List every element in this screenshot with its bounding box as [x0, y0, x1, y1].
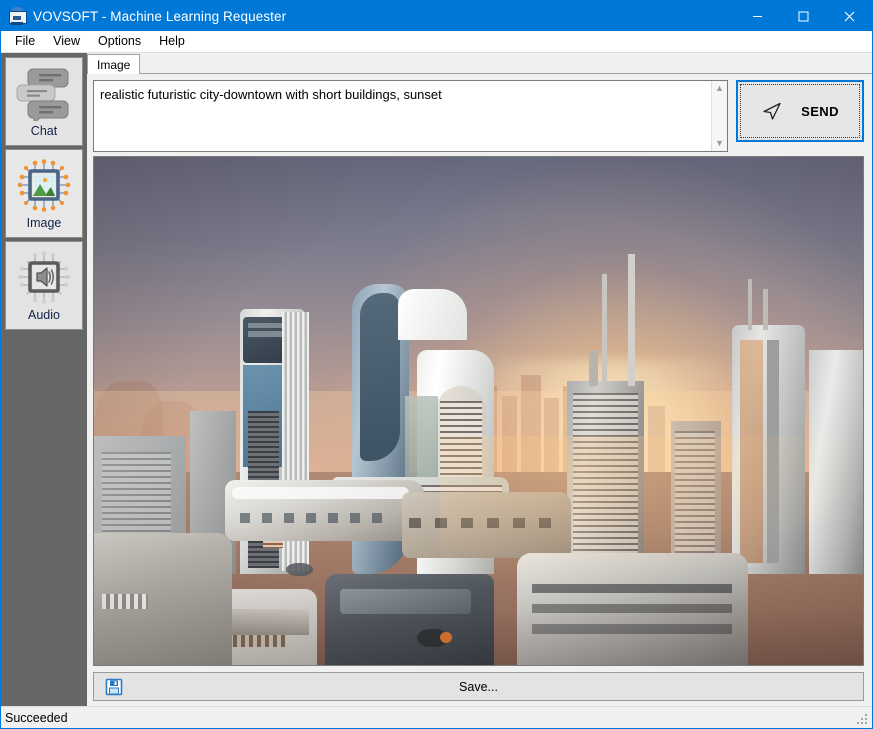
- maximize-button[interactable]: [780, 1, 826, 31]
- sidebar-item-audio[interactable]: Audio: [5, 241, 83, 330]
- sidebar-item-image[interactable]: Image: [5, 149, 83, 238]
- title-bar: VOVSOFT - Machine Learning Requester: [1, 1, 872, 31]
- prompt-input[interactable]: realistic futuristic city-downtown with …: [93, 80, 728, 152]
- prompt-scrollbar[interactable]: ▲ ▼: [711, 81, 727, 151]
- menu-item-view[interactable]: View: [44, 32, 89, 51]
- menu-item-options[interactable]: Options: [89, 32, 150, 51]
- send-button[interactable]: SEND: [736, 80, 864, 142]
- tab-strip: Image: [87, 53, 872, 74]
- generated-artwork: [94, 157, 863, 665]
- image-chip-icon: [15, 158, 73, 213]
- menu-item-file[interactable]: File: [6, 32, 44, 51]
- close-button[interactable]: [826, 1, 872, 31]
- audio-speaker-chip-icon: [15, 250, 73, 305]
- tab-image[interactable]: Image: [87, 54, 141, 74]
- minimize-button[interactable]: [734, 1, 780, 31]
- save-row: Save...: [87, 666, 872, 706]
- menu-bar: File View Options Help: [1, 31, 872, 53]
- send-button-label: SEND: [801, 103, 839, 119]
- application-window: VOVSOFT - Machine Learning Requester Fil…: [0, 0, 873, 729]
- result-image[interactable]: [93, 156, 864, 666]
- close-icon: [844, 11, 854, 21]
- minimize-icon: [752, 15, 762, 17]
- resize-grip-icon[interactable]: [857, 714, 869, 726]
- app-icon: [7, 6, 27, 26]
- status-bar: Succeeded: [1, 706, 872, 728]
- menu-item-help[interactable]: Help: [150, 32, 194, 51]
- sidebar-item-chat-label: Chat: [30, 124, 58, 138]
- body: Chat Image Audio Image realistic futuris…: [1, 53, 872, 706]
- sidebar: Chat Image Audio: [1, 53, 87, 706]
- sidebar-item-image-label: Image: [26, 216, 62, 230]
- prompt-text[interactable]: realistic futuristic city-downtown with …: [100, 86, 707, 103]
- save-button-label: Save...: [459, 679, 498, 694]
- prompt-row: realistic futuristic city-downtown with …: [87, 74, 872, 156]
- sidebar-item-audio-label: Audio: [28, 308, 60, 322]
- window-title: VOVSOFT - Machine Learning Requester: [33, 8, 287, 24]
- chat-bubbles-icon: [15, 66, 73, 125]
- window-controls: [734, 1, 872, 31]
- status-text: Succeeded: [5, 710, 68, 725]
- chevron-down-icon[interactable]: ▼: [715, 139, 724, 148]
- save-button[interactable]: Save...: [93, 672, 864, 701]
- floppy-disk-icon: [105, 678, 123, 696]
- chevron-up-icon[interactable]: ▲: [715, 84, 724, 93]
- sidebar-item-chat[interactable]: Chat: [5, 57, 83, 146]
- maximize-icon: [798, 11, 808, 21]
- paper-plane-icon: [763, 102, 781, 120]
- main-panel: Image realistic futuristic city-downtown…: [87, 53, 872, 706]
